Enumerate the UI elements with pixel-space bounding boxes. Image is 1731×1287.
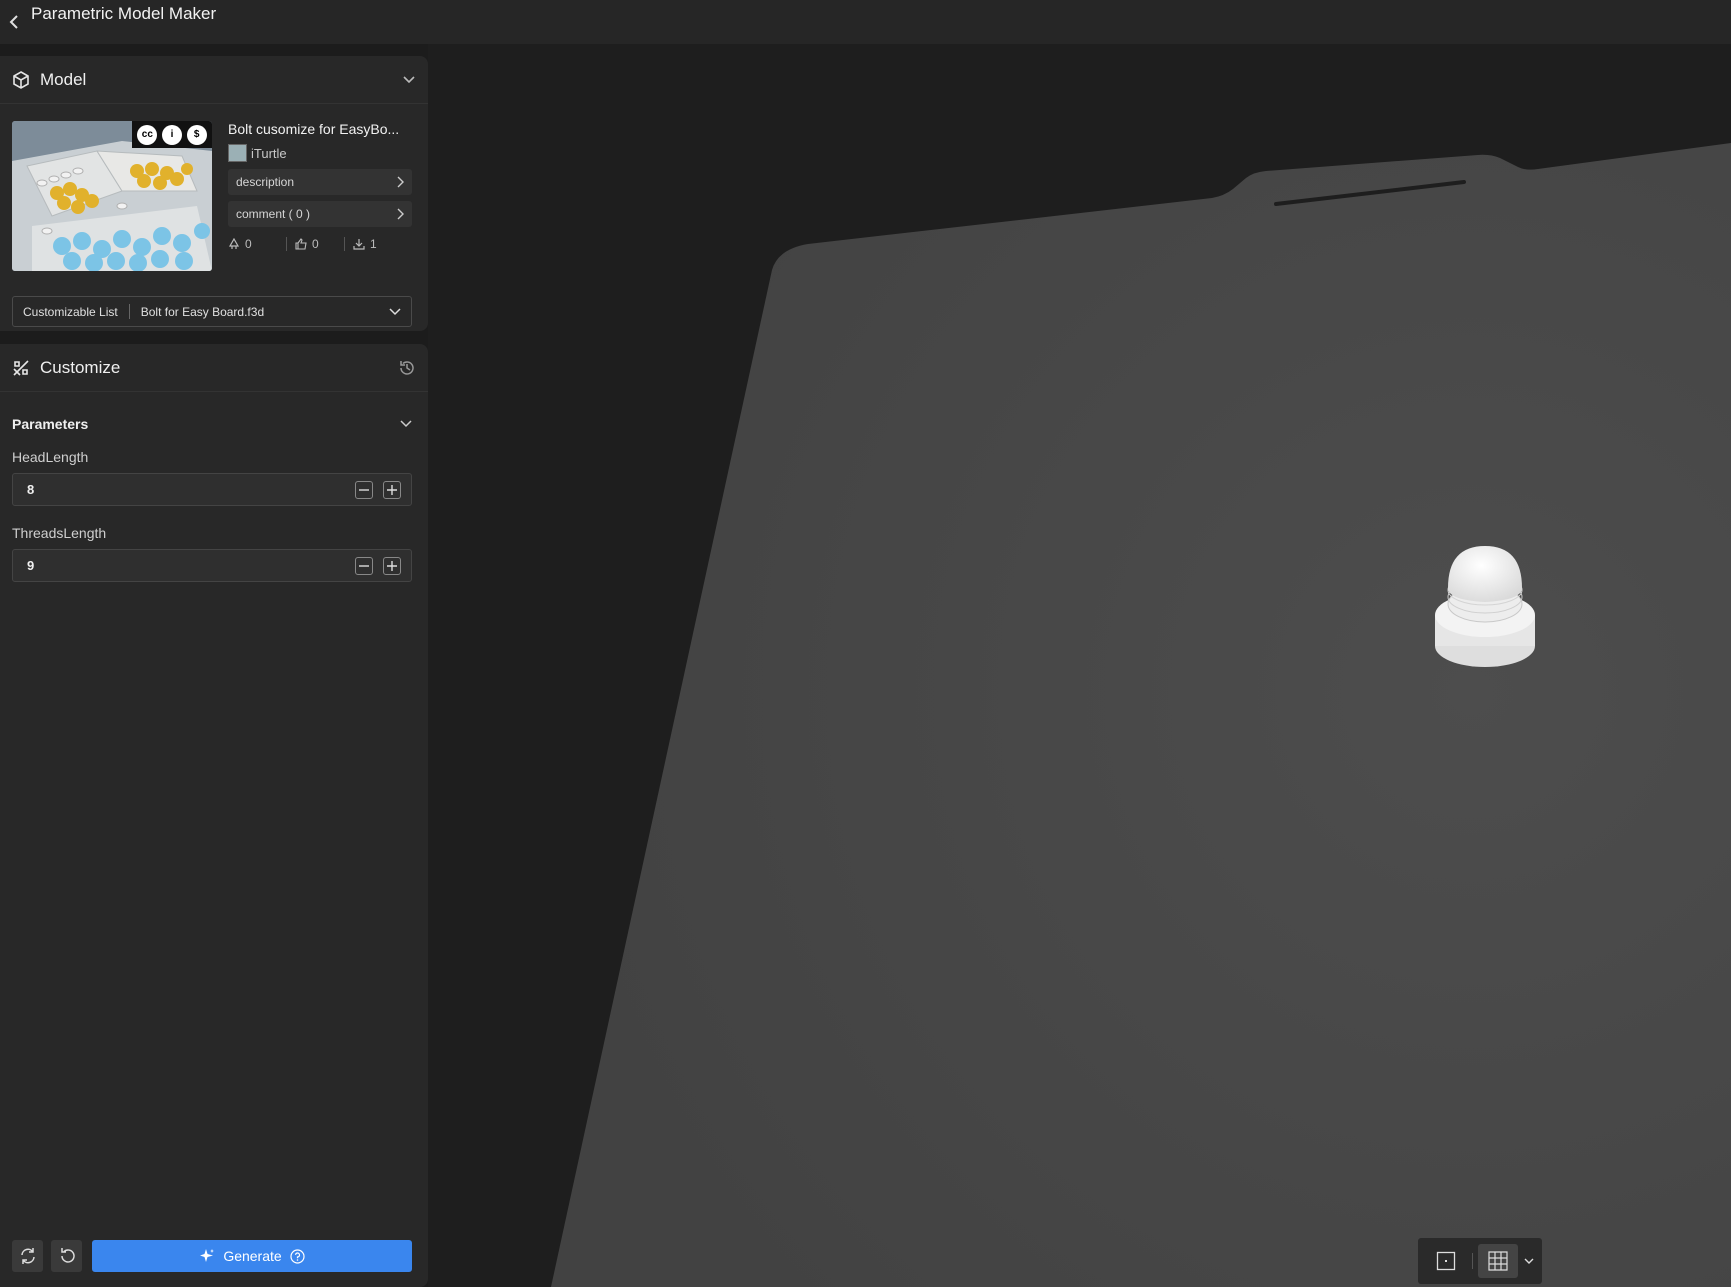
thumbs-up-icon <box>295 238 307 250</box>
author-avatar <box>228 144 247 162</box>
generate-button[interactable]: Generate <box>92 1240 412 1272</box>
chevron-right-icon <box>396 176 404 188</box>
chevron-down-icon[interactable] <box>1524 1258 1534 1264</box>
title-bar: Parametric Model Maker <box>0 0 1731 44</box>
customizable-list-select[interactable]: Customizable List Bolt for Easy Board.f3… <box>12 296 412 327</box>
reset-button[interactable] <box>51 1240 82 1272</box>
cube-icon <box>12 70 30 89</box>
param-label-threadslength: ThreadsLength <box>12 525 107 541</box>
customize-tools-icon <box>12 359 30 377</box>
cc-icon: cc <box>137 124 158 145</box>
description-link[interactable]: description <box>228 169 412 195</box>
attribution-icon: i <box>161 124 182 145</box>
sync-icon <box>19 1247 37 1265</box>
description-label: description <box>236 175 295 189</box>
model-card: Model cc i $ Bolt cusomize for EasyBo...… <box>0 56 428 331</box>
divider <box>128 304 130 319</box>
model-card-header[interactable]: Model <box>0 56 428 104</box>
param-label-headlength: HeadLength <box>12 449 89 465</box>
model-info: Bolt cusomize for EasyBo... iTurtle desc… <box>228 121 412 251</box>
model-thumbnail[interactable]: cc i $ <box>12 121 212 271</box>
license-badge: cc i $ <box>132 121 212 148</box>
3d-viewport[interactable] <box>428 44 1731 1287</box>
author-row[interactable]: iTurtle <box>228 144 412 162</box>
sidebar: Model cc i $ Bolt cusomize for EasyBo...… <box>0 44 428 1287</box>
undo-icon <box>58 1247 76 1265</box>
noncommercial-icon: $ <box>186 124 207 145</box>
like-count: 0 <box>312 237 319 251</box>
model-name[interactable]: Bolt cusomize for EasyBo... <box>228 121 412 139</box>
author-name: iTurtle <box>251 145 287 161</box>
download-count: 1 <box>370 237 377 251</box>
frame-icon <box>1436 1251 1456 1271</box>
action-bar: Generate <box>12 1240 412 1272</box>
threadslength-stepper[interactable]: 9 <box>12 549 412 582</box>
history-icon[interactable] <box>398 359 416 377</box>
threadslength-value[interactable]: 9 <box>27 558 355 573</box>
increment-button[interactable] <box>383 480 401 499</box>
chevron-down-icon[interactable] <box>402 75 416 85</box>
chevron-down-icon <box>400 420 412 428</box>
boost-count: 0 <box>245 237 252 251</box>
grid-toggle-button[interactable] <box>1478 1244 1518 1278</box>
model-stats: 0 0 1 <box>228 237 412 251</box>
build-plate <box>551 143 1731 1287</box>
parameters-heading: Parameters <box>12 416 89 432</box>
app-title: Parametric Model Maker <box>31 4 217 23</box>
decrement-button[interactable] <box>355 480 373 499</box>
boost-icon <box>228 238 240 250</box>
fit-view-button[interactable] <box>1426 1244 1466 1278</box>
parameters-section-header[interactable]: Parameters <box>12 416 412 432</box>
divider <box>1471 1253 1473 1269</box>
increment-button[interactable] <box>383 556 401 575</box>
customize-card: Customize Parameters HeadLength 8 Thread… <box>0 344 428 1287</box>
customizable-list-label: Customizable List <box>23 304 118 319</box>
headlength-stepper[interactable]: 8 <box>12 473 412 506</box>
download-icon <box>353 238 365 250</box>
boost-stat[interactable]: 0 <box>228 237 286 251</box>
selected-file: Bolt for Easy Board.f3d <box>140 304 265 319</box>
comment-link[interactable]: comment ( 0 ) <box>228 201 412 227</box>
download-stat[interactable]: 1 <box>344 237 402 251</box>
sync-button[interactable] <box>12 1240 43 1272</box>
back-arrow-icon[interactable] <box>6 14 22 30</box>
headlength-value[interactable]: 8 <box>27 482 355 497</box>
chevron-right-icon <box>396 208 404 220</box>
decrement-button[interactable] <box>355 556 373 575</box>
help-icon[interactable] <box>290 1248 305 1264</box>
view-toolbar <box>1418 1238 1542 1284</box>
customize-heading: Customize <box>40 357 121 377</box>
sparkle-icon <box>199 1248 215 1264</box>
comment-label: comment ( 0 ) <box>236 207 311 221</box>
generate-label: Generate <box>223 1248 282 1264</box>
chevron-down-icon <box>389 307 401 316</box>
grid-icon <box>1488 1251 1508 1271</box>
model-heading: Model <box>40 69 87 89</box>
like-stat[interactable]: 0 <box>286 237 344 251</box>
customize-card-header: Customize <box>0 344 428 392</box>
